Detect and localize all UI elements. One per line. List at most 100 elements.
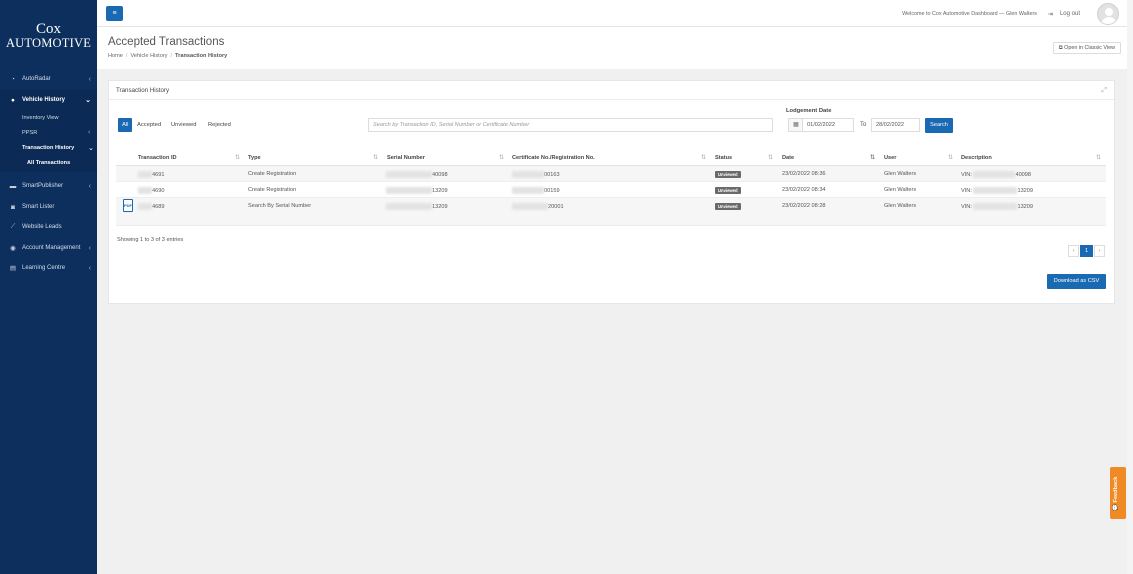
date-to-input[interactable]: 28/02/2022 — [871, 118, 920, 132]
date-cell: 23/02/2022 08:28 — [782, 203, 826, 209]
chevron-down-icon: ⌄ — [88, 145, 94, 152]
expand-icon[interactable]: ⤢ — [1101, 87, 1107, 95]
description-cell: VIN: 40098 — [961, 171, 1031, 178]
logout-icon[interactable]: ⇥ — [1048, 10, 1053, 18]
sidebar-item-autoradar[interactable]: ◔ AutoRadar ‹ — [0, 69, 97, 89]
sort-icon[interactable]: ⇅ — [768, 154, 773, 161]
sort-icon[interactable]: ⇅ — [373, 154, 378, 161]
redacted-block — [973, 203, 1018, 210]
certificate-cell: 00159 — [512, 187, 560, 194]
panel-title: Transaction History — [116, 87, 170, 94]
pagination-next-button[interactable]: › — [1094, 245, 1105, 257]
sort-icon[interactable]: ⇅ — [1096, 154, 1101, 161]
avatar-head-shape — [1105, 8, 1113, 16]
column-header-serial-number[interactable]: Serial Number — [387, 155, 425, 161]
open-classic-view-button[interactable]: ⧉ Open in Classic View — [1052, 42, 1121, 54]
breadcrumb-vehicle-history[interactable]: Vehicle History — [130, 53, 167, 59]
filter-all-button[interactable]: All — [118, 118, 133, 132]
serial-number: 13209 — [432, 187, 448, 194]
status-badge: Unviewed — [715, 203, 741, 210]
table-row[interactable]: 4691 Create Registration 40098 00163 Unv… — [116, 166, 1106, 182]
date-from-input[interactable]: 01/02/2022 — [802, 118, 854, 132]
search-button[interactable]: Search — [925, 118, 953, 133]
status-badge: Unviewed — [715, 187, 741, 194]
search-input[interactable]: Search by Transaction ID, Serial Number … — [368, 118, 773, 132]
avatar[interactable] — [1097, 3, 1119, 25]
user-circle-icon: ◉ — [10, 245, 16, 252]
sort-desc-icon[interactable]: ⇅ — [870, 154, 875, 161]
table-row[interactable]: 4690 Create Registration 13209 00159 Unv… — [116, 182, 1106, 198]
sort-icon[interactable]: ⇅ — [701, 154, 706, 161]
dot-icon: ● — [11, 96, 15, 104]
sidebar-item-smart-lister[interactable]: ◙ Smart Lister — [0, 197, 97, 217]
column-header-user[interactable]: User — [884, 155, 896, 161]
chat-icon: 💬 — [1113, 504, 1119, 511]
column-header-type[interactable]: Type — [248, 155, 261, 161]
menu-toggle-button[interactable]: ≡ — [106, 6, 123, 21]
sidebar-item-label: Website Leads — [22, 224, 62, 230]
sidebar-item-label: Learning Centre — [22, 265, 66, 271]
breadcrumb-current: Transaction History — [175, 53, 228, 59]
sidebar-item-label: Smart Lister — [22, 204, 55, 210]
classic-view-label: Open in Classic View — [1064, 45, 1115, 51]
sidebar-subitem-transaction-history[interactable]: Transaction History — [22, 145, 74, 151]
logo-line-1: Cox — [35, 21, 61, 37]
pdf-icon[interactable]: PDF — [123, 199, 133, 212]
sidebar-item-label: Vehicle History — [22, 97, 66, 103]
redacted-block — [973, 187, 1018, 194]
sidebar-item-smartpublisher[interactable]: ▬ SmartPublisher ‹ — [0, 176, 97, 196]
sidebar-item-website-leads[interactable]: ⟋ Website Leads — [0, 217, 97, 237]
pagination-prev-button[interactable]: ‹ — [1068, 245, 1079, 257]
logout-link[interactable]: Log out — [1060, 11, 1080, 17]
top-bar: ≡ Welcome to Cox Automotive Dashboard — … — [97, 0, 1133, 27]
type-cell: Create Registration — [248, 171, 297, 177]
vin-value: 13209 — [1017, 187, 1034, 194]
breadcrumb: Home / Vehicle History / Transaction History — [108, 53, 227, 59]
feedback-text: Feedback — [1113, 476, 1119, 503]
column-header-certificate[interactable]: Certificate No./Registration No. — [512, 155, 595, 161]
sidebar-subitem-ppsr[interactable]: PPSR — [22, 130, 37, 136]
chevron-left-icon: ‹ — [88, 244, 91, 252]
chevron-down-icon: ⌄ — [85, 97, 91, 104]
cox-automotive-logo[interactable]: Cox Automotive — [0, 22, 97, 50]
vin-label: VIN: — [961, 203, 972, 210]
certificate-number: 20001 — [548, 203, 564, 210]
feedback-tab[interactable]: 💬 Feedback — [1110, 467, 1126, 519]
chevron-left-icon: ‹ — [88, 182, 91, 190]
column-header-description[interactable]: Description — [961, 155, 992, 161]
sidebar-item-vehicle-history[interactable]: ● Vehicle History ⌄ — [0, 90, 97, 110]
sort-icon[interactable]: ⇅ — [948, 154, 953, 161]
description-cell: VIN: 13209 — [961, 187, 1033, 194]
sort-icon[interactable]: ⇅ — [499, 154, 504, 161]
sidebar-item-account-management[interactable]: ◉ Account Management ‹ — [0, 238, 97, 258]
filter-rejected-button[interactable]: Rejected — [204, 118, 235, 132]
date-cell: 23/02/2022 08:34 — [782, 187, 826, 193]
sidebar-subitem-inventory-view[interactable]: Inventory View — [22, 115, 59, 121]
redacted-block — [973, 171, 1016, 178]
column-header-transaction-id[interactable]: Transaction ID — [138, 155, 177, 161]
pagination-page-1[interactable]: 1 — [1080, 245, 1093, 257]
column-header-status[interactable]: Status — [715, 155, 732, 161]
chevron-left-icon: ‹ — [88, 75, 91, 83]
avatar-body-shape — [1101, 17, 1117, 24]
camera-icon: ◙ — [11, 203, 15, 211]
logo-line-2: Automotive — [5, 36, 92, 50]
column-header-date[interactable]: Date — [782, 155, 794, 161]
sidebar-item-learning-centre[interactable]: ▤ Learning Centre ‹ — [0, 258, 97, 278]
vin-label: VIN: — [961, 187, 972, 194]
breadcrumb-home[interactable]: Home — [108, 53, 123, 59]
lodgement-date-label: Lodgement Date — [786, 108, 832, 114]
sidebar-subitem-all-transactions[interactable]: All Transactions — [27, 160, 70, 166]
calendar-icon[interactable]: ▦ — [788, 118, 803, 132]
filter-unviewed-button[interactable]: Unviewed — [167, 118, 201, 132]
scrollbar[interactable] — [1127, 0, 1133, 574]
transaction-id-cell: 4689 — [138, 203, 164, 210]
download-csv-button[interactable]: Download as CSV — [1047, 274, 1106, 289]
filter-accepted-button[interactable]: Accepted — [133, 118, 166, 132]
table-row[interactable]: PDF 4689 Search By Serial Number 13209 2… — [116, 198, 1106, 226]
sort-icon[interactable]: ⇅ — [235, 154, 240, 161]
redacted-block — [512, 203, 548, 210]
redacted-block — [386, 171, 432, 178]
serial-cell: 40098 — [386, 171, 448, 178]
vin-value: 13209 — [1017, 203, 1034, 210]
